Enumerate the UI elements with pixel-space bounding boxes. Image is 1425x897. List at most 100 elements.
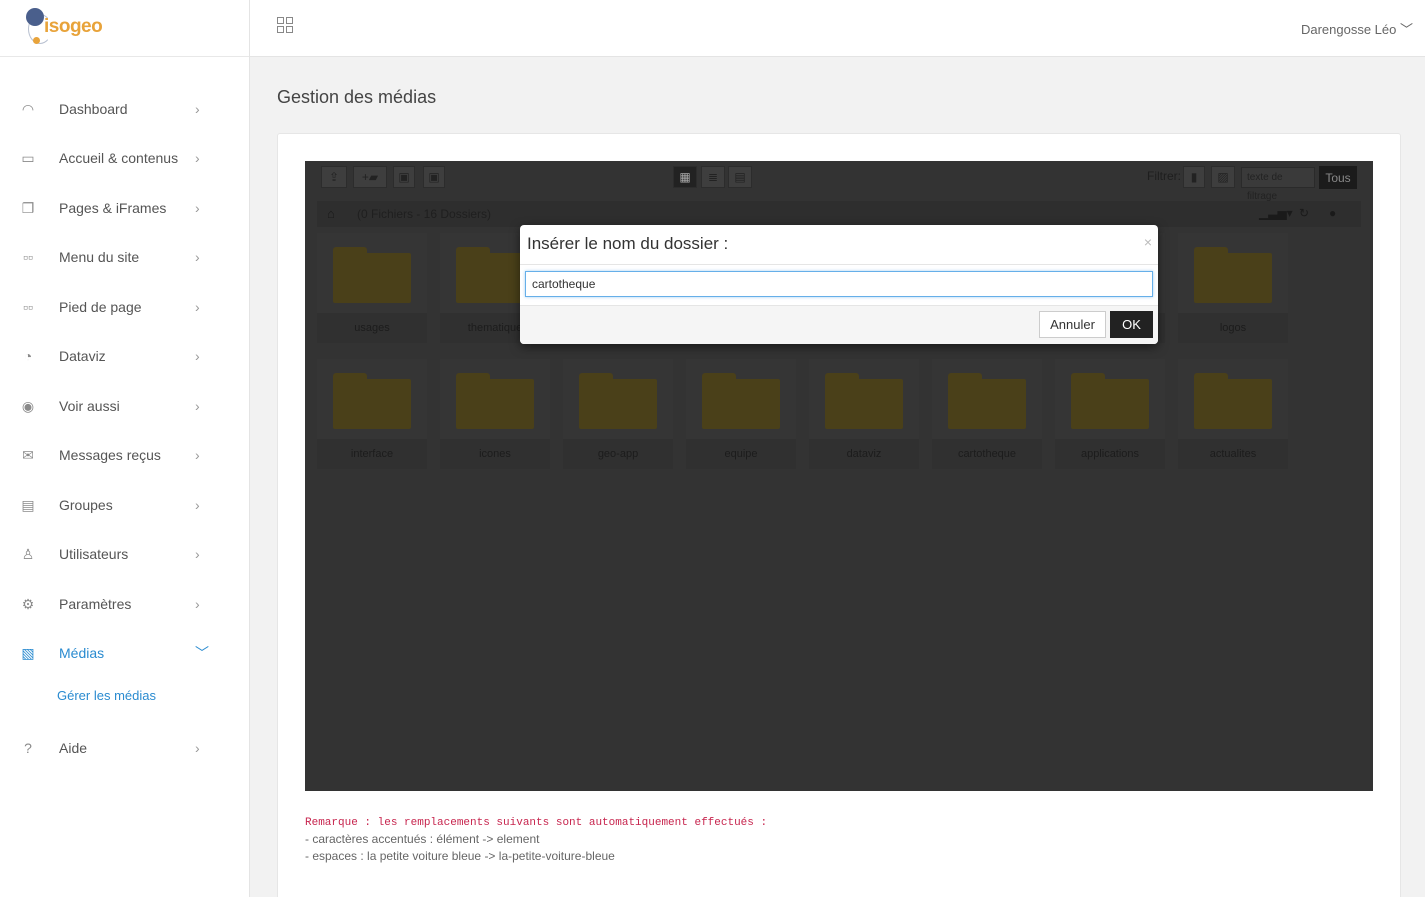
folder-item[interactable]: dataviz (809, 359, 919, 469)
note-line: - espaces : la petite voiture bleue -> l… (305, 849, 615, 863)
folder-icon (579, 373, 657, 429)
grid-view-icon[interactable]: ▦ (673, 166, 697, 188)
help-icon[interactable]: ● (1329, 206, 1336, 220)
new-folder-icon[interactable]: +▰ (353, 166, 387, 188)
folder-item[interactable]: geo-app (563, 359, 673, 469)
folder-item[interactable]: cartotheque (932, 359, 1042, 469)
close-icon[interactable]: × (1144, 234, 1152, 250)
chevron-right-icon: › (195, 740, 200, 756)
folder-item[interactable]: usages (317, 233, 427, 343)
sidebar-item-voir-aussi[interactable]: ◉ Voir aussi › (0, 386, 249, 426)
sort-icon[interactable]: ▁▃▅▾ (1259, 206, 1293, 220)
chevron-down-icon: ﹀ (1399, 22, 1413, 37)
folder-name-input[interactable]: cartotheque (525, 271, 1153, 297)
envelope-icon: ✉ (22, 446, 34, 463)
folder-item[interactable]: applications (1055, 359, 1165, 469)
id-card-icon: ▤ (21, 496, 35, 513)
paste-icon[interactable]: ▣ (423, 166, 445, 188)
clipboard-icon[interactable]: ▣ (393, 166, 415, 188)
sidebar-item-menu-du-site[interactable]: ▫▫ Menu du site › (0, 237, 249, 277)
sidebar: isogeo ◠ Dashboard › ▭ Accueil & contenus › ❐ P… (0, 0, 250, 897)
sidebar-item-label: Pied de page (59, 299, 142, 315)
filter-input[interactable]: texte de filtrage (1241, 167, 1315, 202)
folder-name: applications (1055, 439, 1165, 469)
folder-name: dataviz (809, 439, 919, 469)
folder-item[interactable]: logos (1178, 233, 1288, 343)
image-filter-icon[interactable]: ▨ (1211, 166, 1235, 188)
pages-icon: ❐ (21, 199, 35, 216)
folder-icon (456, 373, 534, 429)
folder-name: logos (1178, 313, 1288, 343)
folder-item[interactable]: interface (317, 359, 427, 469)
footer-icon: ▫▫ (23, 299, 33, 315)
all-filter-button[interactable]: Tous (1319, 166, 1357, 189)
dialog-footer: Annuler OK (520, 305, 1158, 344)
pie-chart-icon: ◔ (23, 348, 33, 364)
file-filter-icon[interactable]: ▮ (1183, 166, 1205, 188)
columns-view-icon[interactable]: ▤ (728, 166, 752, 188)
chevron-right-icon: › (195, 299, 200, 315)
new-folder-dialog: Insérer le nom du dossier : × cartothequ… (520, 225, 1158, 344)
gear-icon: ⚙ (21, 595, 35, 612)
folder-icon (1194, 247, 1272, 303)
chevron-right-icon: › (195, 348, 200, 364)
sidebar-item-pied-de-page[interactable]: ▫▫ Pied de page › (0, 287, 249, 327)
monitor-icon: ▭ (21, 149, 35, 166)
upload-icon[interactable]: ⇪ (321, 166, 347, 188)
sidebar-item-label: Accueil & contenus (59, 150, 179, 166)
folder-name: actualites (1178, 439, 1288, 469)
chevron-right-icon: › (195, 497, 200, 513)
logo-planet-mark (26, 8, 44, 26)
topbar: Darengosse Léo ﹀ (250, 0, 1425, 57)
folder-item[interactable]: actualites (1178, 359, 1288, 469)
sidebar-item-aide[interactable]: ? Aide › (0, 728, 249, 768)
apps-grid-icon[interactable] (277, 17, 293, 33)
file-manager-toolbar: ⇪ +▰ ▣ ▣ ▦ ≣ ▤ Filtrer: ▮ ▨ texte de fil… (305, 161, 1373, 202)
sidebar-item-groupes[interactable]: ▤ Groupes › (0, 485, 249, 525)
filter-label: Filtrer: (1147, 169, 1181, 183)
sidebar-item-dataviz[interactable]: ◔ Dataviz › (0, 336, 249, 376)
chevron-right-icon: › (195, 596, 200, 612)
sidebar-item-label: Pages & iFrames (59, 200, 167, 216)
list-view-icon[interactable]: ≣ (701, 166, 725, 188)
isogeo-logo[interactable]: isogeo (0, 0, 249, 57)
sidebar-item-dashboard[interactable]: ◠ Dashboard › (0, 89, 249, 129)
sidebar-subitem-gerer-medias[interactable]: Gérer les médias (57, 688, 156, 703)
sidebar-item-m-dias[interactable]: ▧ Médias ﹀ (0, 633, 249, 673)
sidebar-item-label: Voir aussi (59, 398, 120, 414)
page-title: Gestion des médias (277, 87, 437, 107)
folder-icon (1071, 373, 1149, 429)
folder-icon (825, 373, 903, 429)
folder-item[interactable]: equipe (686, 359, 796, 469)
chevron-right-icon: › (195, 447, 200, 463)
folder-item[interactable]: icones (440, 359, 550, 469)
user-menu[interactable]: Darengosse Léo ﹀ (1301, 19, 1413, 38)
sidebar-item-messages-re-us[interactable]: ✉ Messages reçus › (0, 435, 249, 475)
chevron-right-icon: › (195, 546, 200, 562)
ok-button[interactable]: OK (1110, 311, 1153, 338)
sidebar-item-param-tres[interactable]: ⚙ Paramètres › (0, 584, 249, 624)
refresh-icon[interactable]: ↻ (1299, 206, 1309, 220)
sidebar-item-utilisateurs[interactable]: ♙ Utilisateurs › (0, 534, 249, 574)
sidebar-item-label: Aide (59, 740, 88, 756)
chevron-right-icon: › (195, 150, 200, 166)
note-line: - caractères accentués : élément -> elem… (305, 832, 540, 846)
logo-wordmark: isogeo (44, 16, 103, 37)
chevron-right-icon: › (195, 398, 200, 414)
breadcrumb: ⌂ (0 Fichiers - 16 Dossiers) ▁▃▅▾ ↻ ● (317, 201, 1361, 227)
logo-moon-mark (33, 37, 40, 44)
folder-name: geo-app (563, 439, 673, 469)
sidebar-item-label: Menu du site (59, 249, 140, 265)
sidebar-item-pages-iframes[interactable]: ❐ Pages & iFrames › (0, 188, 249, 228)
chevron-right-icon: › (195, 101, 200, 117)
folder-name: usages (317, 313, 427, 343)
dialog-title: Insérer le nom du dossier : (527, 234, 729, 253)
folder-icon (333, 373, 411, 429)
sidebar-item-accueil-contenus[interactable]: ▭ Accueil & contenus › (0, 138, 249, 178)
replacement-note: Remarque : les remplacements suivants so… (305, 817, 767, 863)
folder-name: cartotheque (932, 439, 1042, 469)
sidebar-item-label: Dataviz (59, 348, 106, 364)
sidebar-item-label: Groupes (59, 497, 113, 513)
cancel-button[interactable]: Annuler (1039, 311, 1106, 338)
home-icon[interactable]: ⌂ (327, 206, 335, 221)
